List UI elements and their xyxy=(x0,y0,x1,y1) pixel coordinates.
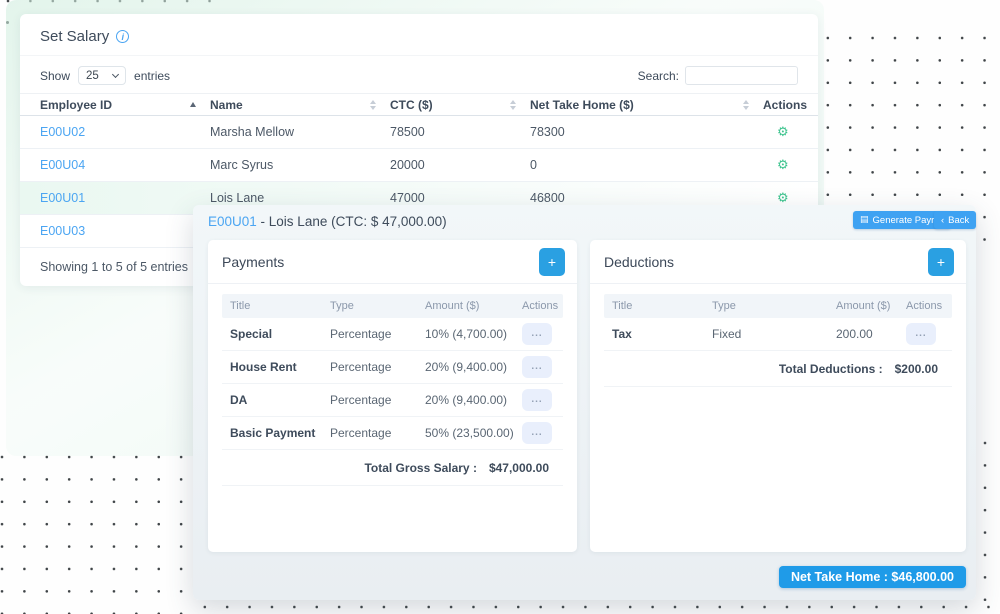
ellipsis-icon: ... xyxy=(531,361,542,372)
total-deductions-value: $200.00 xyxy=(895,362,938,376)
employee-id-link[interactable]: E00U02 xyxy=(40,125,85,139)
payment-actions-button[interactable]: ... xyxy=(522,323,552,345)
card-header: Set Salary i xyxy=(20,14,818,56)
ellipsis-icon: ... xyxy=(531,394,542,405)
payment-row: Special Percentage 10% (4,700.00) ... xyxy=(222,318,563,351)
deduction-row: Tax Fixed 200.00 ... xyxy=(604,318,952,351)
deductions-title: Deductions xyxy=(604,254,674,270)
employee-net-take-home: 0 xyxy=(530,158,763,172)
show-label: Show xyxy=(40,69,70,83)
pagination-info: Showing 1 to 5 of 5 entries xyxy=(40,260,188,274)
deductions-total-row: Total Deductions : $200.00 xyxy=(604,351,952,387)
gear-icon: ⚙ xyxy=(777,124,789,139)
page-title: Set Salary xyxy=(40,28,109,45)
info-icon[interactable]: i xyxy=(116,30,129,43)
add-deduction-button[interactable]: + xyxy=(928,248,954,276)
employee-name: Marsha Mellow xyxy=(210,125,390,139)
page-size-value: 25 xyxy=(86,70,99,82)
payroll-icon: ▤ xyxy=(860,216,869,225)
payment-row: DA Percentage 20% (9,400.00) ... xyxy=(222,384,563,417)
sort-asc-icon xyxy=(190,102,196,107)
deductions-table-header: Title Type Amount ($) Actions xyxy=(604,294,952,318)
payments-table-header: Title Type Amount ($) Actions xyxy=(222,294,563,318)
set-salary-gear-button[interactable]: ⚙ xyxy=(763,191,789,205)
deductions-card-header: Deductions + xyxy=(590,240,966,284)
search-label: Search: xyxy=(638,69,679,83)
employee-name: Marc Syrus xyxy=(210,158,390,172)
deductions-card: Deductions + Title Type Amount ($) Actio… xyxy=(590,240,966,552)
payment-actions-button[interactable]: ... xyxy=(522,389,552,411)
employee-id-link[interactable]: E00U03 xyxy=(40,224,85,238)
panel-header: E00U01 - Lois Lane (CTC: $ 47,000.00) ▤ … xyxy=(193,205,976,240)
plus-icon: + xyxy=(548,254,556,270)
employee-ctc: 78500 xyxy=(390,125,530,139)
employee-ctc: 47000 xyxy=(390,191,530,205)
gear-icon: ⚙ xyxy=(777,190,789,205)
ellipsis-icon: ... xyxy=(531,427,542,438)
table-row: E00U04 Marc Syrus 20000 0 ⚙ xyxy=(20,149,818,182)
panel-title: E00U01 - Lois Lane (CTC: $ 47,000.00) xyxy=(208,214,447,229)
chevron-down-icon xyxy=(112,71,119,78)
set-salary-gear-button[interactable]: ⚙ xyxy=(763,125,789,139)
payment-actions-button[interactable]: ... xyxy=(522,422,552,444)
total-gross-salary-value: $47,000.00 xyxy=(489,461,549,475)
column-header-ctc[interactable]: CTC ($) xyxy=(390,98,530,112)
payments-card: Payments + Title Type Amount ($) Actions… xyxy=(208,240,577,552)
plus-icon: + xyxy=(937,254,945,270)
add-payment-button[interactable]: + xyxy=(539,248,565,276)
column-header-name[interactable]: Name xyxy=(210,98,390,112)
sort-icon xyxy=(743,100,749,110)
entries-label: entries xyxy=(134,69,170,83)
employee-id-link[interactable]: E00U01 xyxy=(208,214,257,229)
payments-card-header: Payments + xyxy=(208,240,577,284)
payment-row: Basic Payment Percentage 50% (23,500.00)… xyxy=(222,417,563,450)
app-screen: Set Salary i Show 25 entries Search: Emp… xyxy=(0,0,1000,614)
ellipsis-icon: ... xyxy=(531,328,542,339)
total-deductions-label: Total Deductions : xyxy=(779,362,883,376)
search-input[interactable] xyxy=(685,66,798,85)
employee-salary-panel: E00U01 - Lois Lane (CTC: $ 47,000.00) ▤ … xyxy=(193,205,976,600)
employee-ctc: 20000 xyxy=(390,158,530,172)
deduction-actions-button[interactable]: ... xyxy=(906,323,936,345)
table-header-row: Employee ID Name CTC ($) Net Take Home (… xyxy=(20,93,818,116)
sort-icon xyxy=(510,100,516,110)
payments-total-row: Total Gross Salary : $47,000.00 xyxy=(222,450,563,486)
net-take-home-badge: Net Take Home : $46,800.00 xyxy=(779,566,966,588)
back-button[interactable]: ‹ Back xyxy=(934,211,976,229)
table-row: E00U02 Marsha Mellow 78500 78300 ⚙ xyxy=(20,116,818,149)
total-gross-salary-label: Total Gross Salary : xyxy=(364,461,476,475)
set-salary-gear-button[interactable]: ⚙ xyxy=(763,158,789,172)
employee-id-link[interactable]: E00U04 xyxy=(40,158,85,172)
employee-net-take-home: 46800 xyxy=(530,191,763,205)
employee-name: Lois Lane xyxy=(210,191,390,205)
gear-icon: ⚙ xyxy=(777,157,789,172)
payments-title: Payments xyxy=(222,254,284,270)
chevron-left-icon: ‹ xyxy=(941,215,944,226)
column-header-employee-id[interactable]: Employee ID xyxy=(40,98,210,112)
column-header-net-take-home[interactable]: Net Take Home ($) xyxy=(530,98,763,112)
dot-grid-decoration xyxy=(0,448,190,614)
page-size-select[interactable]: 25 xyxy=(78,66,126,85)
payment-row: House Rent Percentage 20% (9,400.00) ... xyxy=(222,351,563,384)
payment-actions-button[interactable]: ... xyxy=(522,356,552,378)
dot-grid-decoration xyxy=(976,434,1000,614)
ellipsis-icon: ... xyxy=(915,328,926,339)
table-controls: Show 25 entries Search: xyxy=(20,56,818,93)
employee-id-link[interactable]: E00U01 xyxy=(40,191,85,205)
sort-icon xyxy=(370,100,376,110)
dot-grid-decoration xyxy=(192,600,1000,614)
employee-net-take-home: 78300 xyxy=(530,125,763,139)
column-header-actions: Actions xyxy=(763,98,821,112)
